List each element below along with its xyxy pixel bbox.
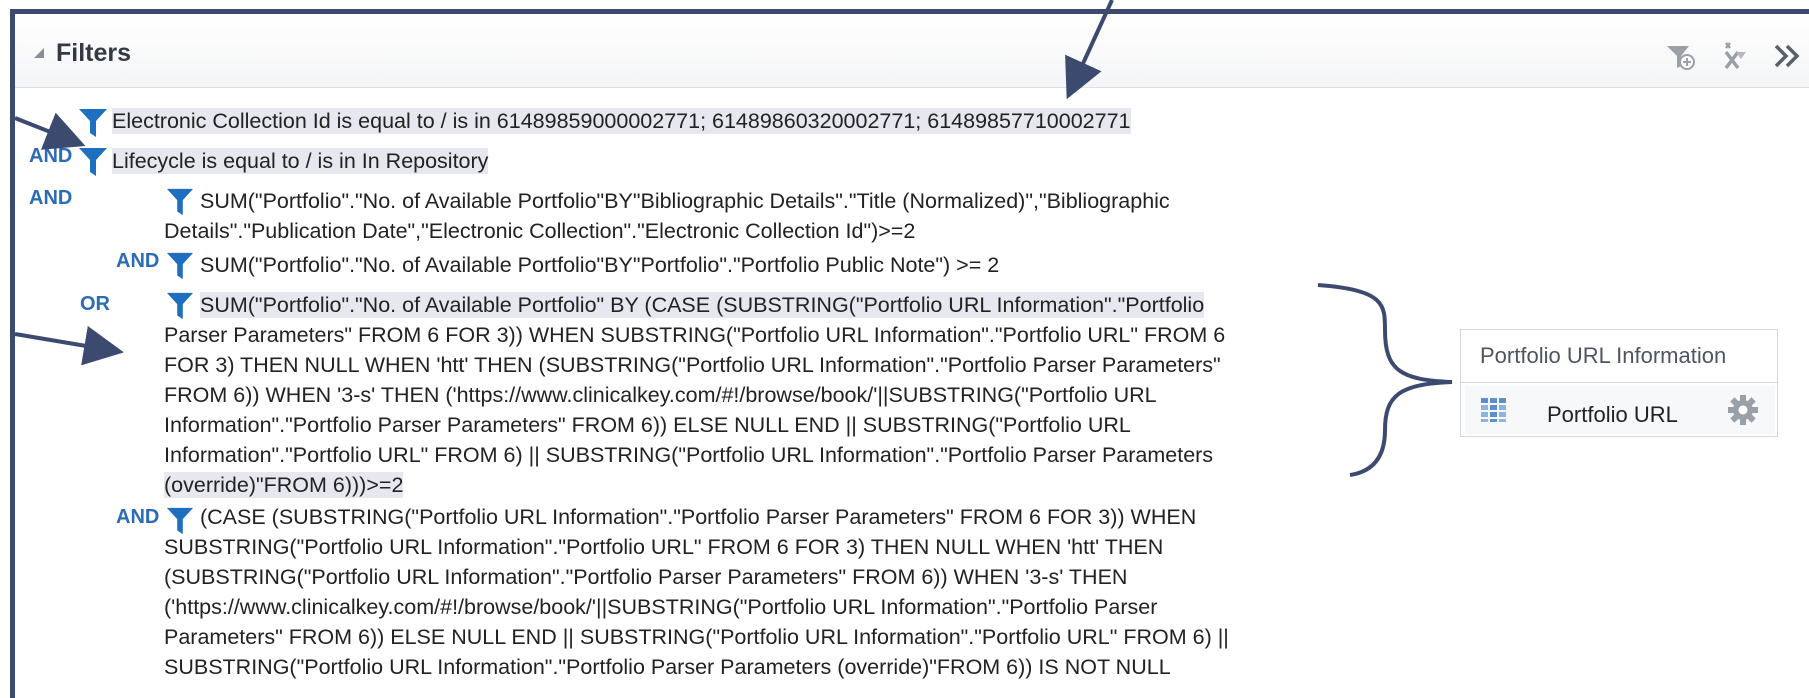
filter-2-operator: AND (29, 145, 73, 167)
filter-5-line-7[interactable]: (override)"FROM 6)))>=2 (164, 472, 404, 498)
filter-6-operator: AND (116, 506, 160, 528)
filter-funnel-icon (79, 148, 107, 176)
filter-5-operator: OR (80, 293, 110, 315)
filter-funnel-icon (166, 292, 194, 320)
filter-5-line-5[interactable]: Information"."Portfolio Parser Parameter… (164, 412, 1131, 438)
funnel-plus-icon[interactable] (1664, 40, 1696, 72)
filters-panel-header (15, 14, 1809, 88)
filter-2-text[interactable]: Lifecycle is equal to / is in In Reposit… (112, 148, 489, 174)
filter-funnel-icon (166, 252, 194, 280)
portfolio-url-info-card: Portfolio URL Information Portfolio URL (1460, 329, 1778, 437)
column-grid-icon (1481, 398, 1506, 422)
filter-5-line-1[interactable]: SUM("Portfolio"."No. of Available Portfo… (200, 292, 1205, 318)
filter-3-line-2[interactable]: Details"."Publication Date","Electronic … (164, 218, 915, 244)
filter-1-text[interactable]: Electronic Collection Id is equal to / i… (112, 108, 1131, 134)
filter-6-line-5[interactable]: Parameters" FROM 6)) ELSE NULL END || SU… (164, 624, 1229, 650)
filter-5-line-6[interactable]: Information"."Portfolio URL" FROM 6) || … (164, 442, 1213, 468)
gear-icon[interactable] (1727, 394, 1759, 426)
filter-5-line-2[interactable]: Parser Parameters" FROM 6 FOR 3)) WHEN S… (164, 322, 1225, 348)
filter-4-text[interactable]: SUM("Portfolio"."No. of Available Portfo… (200, 252, 999, 278)
filter-5-line-4[interactable]: FROM 6)) WHEN '3-s' THEN ('https://www.c… (164, 382, 1157, 408)
clear-filter-icon[interactable] (1718, 40, 1750, 72)
filter-6-line-3[interactable]: (SUBSTRING("Portfolio URL Information"."… (164, 564, 1127, 590)
filter-funnel-icon (166, 507, 194, 535)
collapse-triangle-icon[interactable] (34, 48, 44, 58)
card-title: Portfolio URL Information (1480, 343, 1727, 368)
filter-6-line-1[interactable]: (CASE (SUBSTRING("Portfolio URL Informat… (200, 504, 1196, 530)
filter-6-line-2[interactable]: SUBSTRING("Portfolio URL Information"."P… (164, 534, 1163, 560)
filter-5-line-3[interactable]: FOR 3) THEN NULL WHEN 'htt' THEN (SUBSTR… (164, 352, 1221, 378)
filter-4-operator: AND (116, 250, 160, 272)
filter-funnel-icon (79, 109, 107, 137)
card-item-label[interactable]: Portfolio URL (1547, 402, 1678, 428)
filter-3-line-1[interactable]: SUM("Portfolio"."No. of Available Portfo… (200, 188, 1170, 214)
double-chevron-right-icon[interactable] (1772, 40, 1802, 72)
panel-title: Filters (56, 39, 132, 67)
filter-3-operator: AND (29, 187, 73, 209)
filter-6-line-6[interactable]: SUBSTRING("Portfolio URL Information"."P… (164, 654, 1171, 680)
filter-funnel-icon (166, 188, 194, 216)
filter-6-line-4[interactable]: ('https://www.clinicalkey.com/#!/browse/… (164, 594, 1157, 620)
